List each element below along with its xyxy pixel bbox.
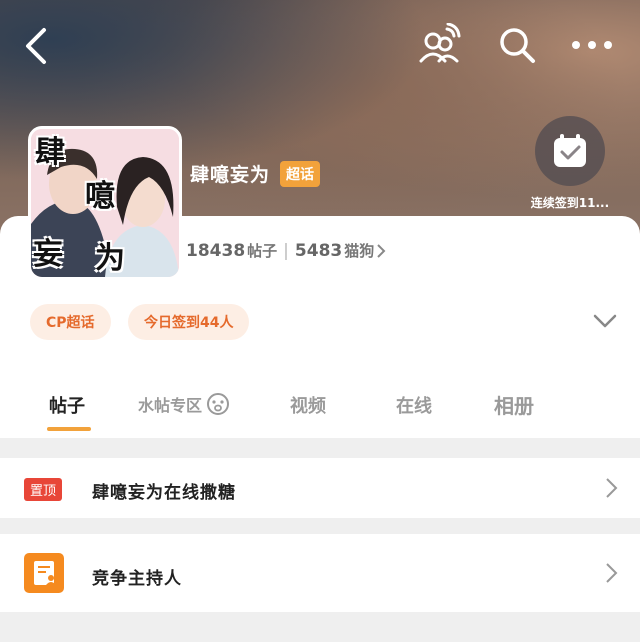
posts-label: 帖子 [247, 242, 278, 260]
chevron-right-icon [377, 243, 386, 258]
search-icon [500, 28, 535, 63]
more-dots-icon [572, 41, 612, 49]
pinned-badge: 置顶 [24, 478, 63, 501]
stats-divider: | [283, 240, 289, 261]
people-wifi-icon [419, 23, 461, 63]
avatar-char-4: 为 [95, 241, 125, 276]
topic-avatar[interactable]: 肆 噫 妄 为 [28, 126, 182, 280]
tab-label: 帖子 [49, 396, 85, 417]
list-bottom-gap [0, 612, 640, 642]
tab-album[interactable]: 相册 [494, 390, 534, 419]
tab-bar: 帖子 水帖专区 视频 在线 相册 [0, 384, 640, 434]
fans-label: 猫狗 [344, 242, 375, 260]
checkin-widget[interactable]: 连续签到11... [528, 116, 612, 211]
tab-posts[interactable]: 帖子 [49, 392, 85, 418]
document-person-icon [24, 553, 64, 593]
sweat-face-icon [207, 393, 230, 415]
topic-title: 肆噫妄为 [190, 164, 271, 186]
back-button[interactable] [16, 24, 56, 68]
calendar-check-icon [554, 134, 586, 167]
cp-supertopic-pill[interactable]: CP超话 [30, 304, 111, 340]
chevron-right-icon [606, 563, 618, 583]
search-button[interactable] [494, 22, 540, 68]
fans-count: 5483 [294, 240, 343, 261]
group-members-button[interactable] [416, 22, 462, 68]
chevron-right-icon [606, 478, 618, 498]
chevron-down-icon [593, 314, 617, 328]
topic-title-row: 肆噫妄为 超话 [190, 160, 321, 187]
tab-label: 相册 [494, 394, 534, 418]
checkin-label: 连续签到11... [530, 196, 610, 210]
tab-label: 视频 [290, 396, 326, 417]
pinned-post-row[interactable]: 置顶 肆噫妄为在线撒糖 [0, 458, 640, 518]
tab-water-posts[interactable]: 水帖专区 [138, 392, 230, 416]
checkin-button[interactable] [535, 116, 605, 186]
expand-button[interactable] [588, 306, 622, 336]
avatar-char-3: 妄 [33, 237, 63, 272]
today-checkin-pill[interactable]: 今日签到44人 [128, 304, 250, 340]
tab-online[interactable]: 在线 [396, 392, 432, 418]
tab-label: 在线 [396, 396, 432, 417]
posts-count: 18438 [186, 240, 246, 261]
chevron-left-icon [26, 28, 46, 64]
avatar-char-1: 肆 [35, 135, 65, 170]
more-button[interactable] [568, 22, 616, 68]
host-contest-title: 竞争主持人 [92, 569, 182, 589]
topic-stats[interactable]: 18438 帖子 | 5483 猫狗 [186, 240, 386, 261]
active-tab-indicator [47, 427, 91, 431]
pinned-post-title: 肆噫妄为在线撒糖 [92, 483, 236, 503]
tab-video[interactable]: 视频 [290, 392, 326, 418]
tab-label: 水帖专区 [138, 396, 203, 415]
host-contest-row[interactable]: 竞争主持人 [0, 534, 640, 612]
super-topic-badge: 超话 [280, 160, 321, 187]
avatar-char-2: 噫 [85, 179, 115, 214]
supertopic-page: 连续签到11... 肆 噫 妄 为 肆噫妄为 超话 18438 帖子 | 548… [0, 0, 640, 642]
